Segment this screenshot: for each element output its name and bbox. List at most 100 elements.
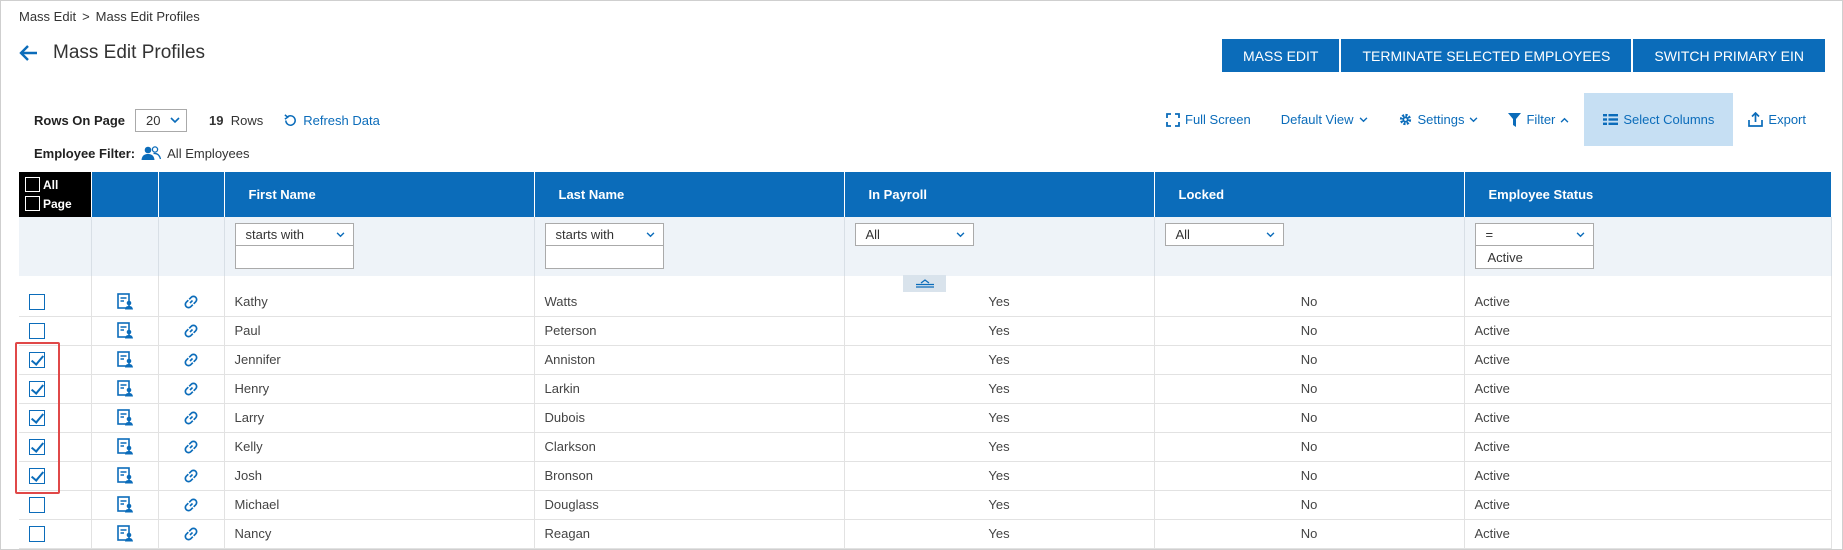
- link-icon[interactable]: [183, 294, 199, 310]
- table-row[interactable]: Larry Dubois Yes No Active: [19, 403, 1832, 433]
- chevron-down-icon: [1470, 116, 1478, 122]
- profile-card-icon[interactable]: [116, 496, 133, 513]
- link-icon[interactable]: [183, 381, 199, 397]
- row-checkbox[interactable]: [29, 467, 45, 484]
- in-payroll-cell: Yes: [844, 519, 1155, 549]
- header-last-name[interactable]: Last Name: [534, 172, 845, 217]
- table-row[interactable]: Paul Peterson Yes No Active: [19, 316, 1832, 346]
- employee-status-cell: Active: [1464, 316, 1832, 346]
- link-cell: [158, 432, 225, 462]
- link-icon[interactable]: [183, 439, 199, 455]
- breadcrumb-mass-edit[interactable]: Mass Edit: [19, 9, 76, 24]
- first-name-cell: Michael: [224, 490, 535, 520]
- profile-cell: [91, 461, 159, 491]
- employee-filter-value[interactable]: All Employees: [167, 146, 249, 161]
- link-cell: [158, 403, 225, 433]
- in-payroll-filter-select[interactable]: All: [854, 223, 974, 246]
- last-name-cell: Larkin: [534, 374, 845, 404]
- link-icon[interactable]: [183, 497, 199, 513]
- row-select-cell: [19, 276, 92, 317]
- refresh-data-button[interactable]: Refresh Data: [283, 113, 380, 128]
- row-checkbox[interactable]: [29, 525, 45, 542]
- table-row[interactable]: Michael Douglass Yes No Active: [19, 490, 1832, 520]
- link-icon[interactable]: [183, 468, 199, 484]
- locked-filter-select[interactable]: All: [1164, 223, 1284, 246]
- status-filter-input[interactable]: Active: [1474, 246, 1594, 269]
- collapse-filter-handle[interactable]: [903, 275, 946, 292]
- link-cell: [158, 490, 225, 520]
- status-operator-select[interactable]: =: [1474, 223, 1594, 246]
- row-checkbox[interactable]: [29, 351, 45, 368]
- profile-card-icon[interactable]: [116, 351, 133, 368]
- chevron-down-icon: [336, 231, 344, 237]
- last-name-cell: Clarkson: [534, 432, 845, 462]
- link-icon-header: [158, 172, 225, 217]
- header-locked[interactable]: Locked: [1154, 172, 1465, 217]
- row-checkbox[interactable]: [29, 380, 45, 397]
- header-in-payroll[interactable]: In Payroll: [844, 172, 1155, 217]
- export-button[interactable]: Export: [1733, 93, 1821, 146]
- table-row[interactable]: Henry Larkin Yes No Active: [19, 374, 1832, 404]
- filter-cell-first-name: starts with: [224, 217, 535, 276]
- link-cell: [158, 519, 225, 549]
- users-icon[interactable]: [141, 145, 162, 161]
- profile-card-icon[interactable]: [116, 525, 133, 542]
- grid-header-row: All Page First Name Last Name In Payroll…: [19, 172, 1832, 217]
- export-icon: [1748, 112, 1764, 127]
- link-icon[interactable]: [183, 526, 199, 542]
- grid-body: Kathy Watts Yes No Active Paul Peterson Yes No Ac…: [19, 276, 1832, 549]
- terminate-selected-button[interactable]: TERMINATE SELECTED EMPLOYEES: [1341, 39, 1632, 72]
- table-row[interactable]: Kelly Clarkson Yes No Active: [19, 432, 1832, 462]
- chevron-down-icon: [956, 231, 964, 237]
- first-name-operator-select[interactable]: starts with: [234, 223, 354, 246]
- last-name-filter-input[interactable]: [544, 246, 664, 269]
- table-row[interactable]: Nancy Reagan Yes No Active: [19, 519, 1832, 549]
- profile-card-icon[interactable]: [116, 438, 133, 455]
- row-checkbox[interactable]: [29, 322, 45, 339]
- select-all-checkbox[interactable]: [25, 177, 40, 192]
- profile-card-icon[interactable]: [116, 293, 133, 310]
- profile-card-icon[interactable]: [116, 322, 133, 339]
- row-checkbox[interactable]: [29, 294, 45, 311]
- employee-status-cell: Active: [1464, 432, 1832, 462]
- back-arrow-icon[interactable]: [19, 43, 39, 63]
- last-name-cell: Dubois: [534, 403, 845, 433]
- row-checkbox[interactable]: [29, 409, 45, 426]
- filter-cell-locked: All: [1154, 217, 1465, 276]
- row-checkbox[interactable]: [29, 438, 45, 455]
- header-first-name[interactable]: First Name: [224, 172, 535, 217]
- title-row: Mass Edit Profiles: [19, 42, 205, 64]
- link-icon[interactable]: [183, 352, 199, 368]
- expand-icon: [1166, 112, 1180, 127]
- employee-grid: All Page First Name Last Name In Payroll…: [19, 172, 1832, 549]
- last-name-operator-select[interactable]: starts with: [544, 223, 664, 246]
- row-checkbox[interactable]: [29, 496, 45, 513]
- profile-card-icon[interactable]: [116, 380, 133, 397]
- settings-dropdown[interactable]: Settings: [1383, 93, 1494, 146]
- profile-card-icon[interactable]: [116, 467, 133, 484]
- link-icon[interactable]: [183, 410, 199, 426]
- select-all-toggle[interactable]: All: [25, 175, 91, 194]
- full-screen-button[interactable]: Full Screen: [1151, 93, 1266, 146]
- link-icon[interactable]: [183, 323, 199, 339]
- mass-edit-button[interactable]: MASS EDIT: [1222, 39, 1340, 72]
- switch-primary-ein-button[interactable]: SWITCH PRIMARY EIN: [1633, 39, 1825, 72]
- first-name-filter-input[interactable]: [234, 246, 354, 269]
- select-columns-button[interactable]: Select Columns: [1584, 93, 1734, 146]
- profile-cell: [91, 276, 159, 317]
- first-name-cell: Jennifer: [224, 345, 535, 375]
- first-name-cell: Nancy: [224, 519, 535, 549]
- profile-card-icon[interactable]: [116, 409, 133, 426]
- rows-on-page-value: 20: [146, 113, 161, 128]
- filter-toggle[interactable]: Filter: [1493, 93, 1584, 146]
- default-view-dropdown[interactable]: Default View: [1266, 93, 1383, 146]
- rows-on-page-select[interactable]: 20: [135, 109, 188, 132]
- table-row[interactable]: Josh Bronson Yes No Active: [19, 461, 1832, 491]
- table-row[interactable]: Jennifer Anniston Yes No Active: [19, 345, 1832, 375]
- select-page-toggle[interactable]: Page: [25, 194, 91, 213]
- select-page-checkbox[interactable]: [25, 196, 40, 211]
- profile-icon-header: [91, 172, 159, 217]
- header-employee-status[interactable]: Employee Status: [1464, 172, 1832, 217]
- row-select-cell: [19, 403, 92, 433]
- locked-cell: No: [1154, 276, 1465, 317]
